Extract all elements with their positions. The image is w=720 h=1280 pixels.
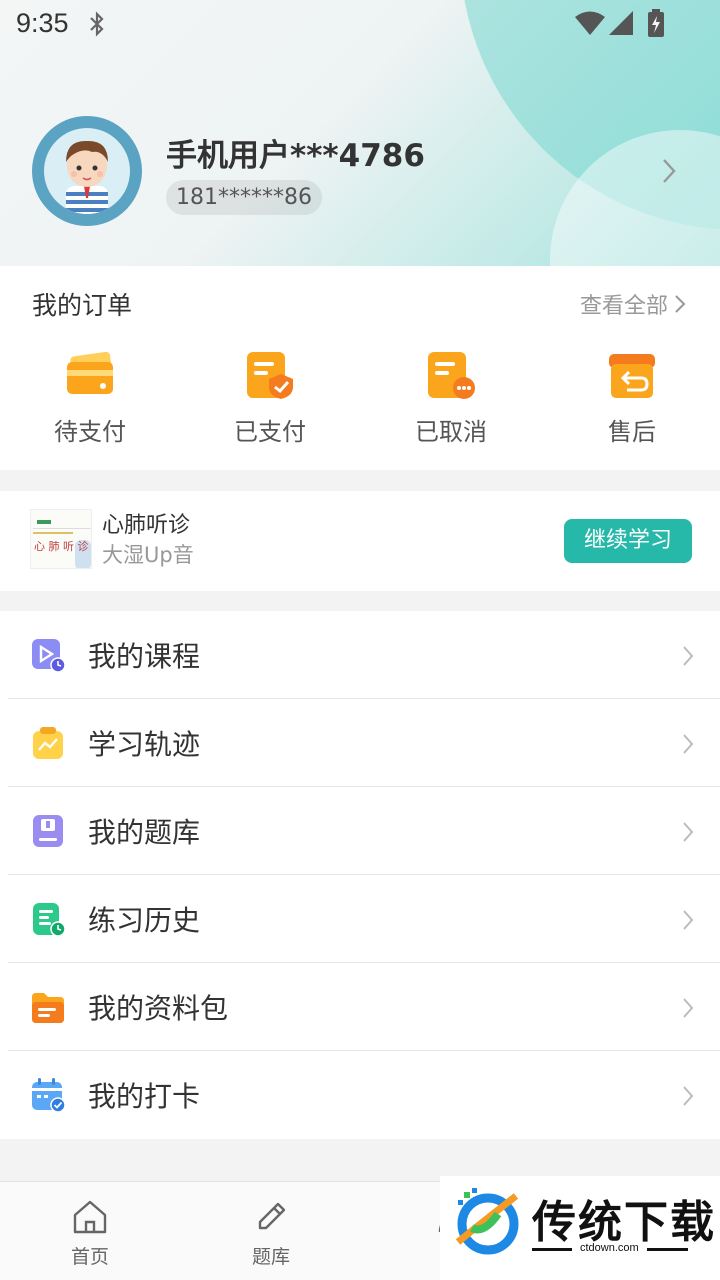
order-pending-payment[interactable]: 待支付 xyxy=(20,350,160,447)
menu-item-my-courses[interactable]: 我的课程 xyxy=(8,611,720,699)
chevron-right-icon xyxy=(683,822,694,842)
chevron-right-icon xyxy=(683,910,694,930)
menu-label: 我的题库 xyxy=(88,816,201,849)
battery-charging-icon xyxy=(648,9,664,37)
nav-question-bank[interactable]: 题库 xyxy=(226,1198,316,1269)
chevron-right-icon xyxy=(675,295,686,313)
status-bar: 9:35 xyxy=(0,0,720,50)
wifi-icon xyxy=(575,11,605,35)
question-bank-icon xyxy=(33,815,63,847)
watermark-url: ctdown.com xyxy=(572,1242,647,1254)
course-title: 心肺听诊 xyxy=(102,513,191,538)
course-play-icon xyxy=(32,639,66,673)
view-all-orders-link[interactable]: 查看全部 xyxy=(580,288,686,320)
menu-label: 我的课程 xyxy=(88,640,201,673)
course-thumbnail: 心 肺 听 诊 xyxy=(30,509,92,569)
menu-item-material-pack[interactable]: 我的资料包 xyxy=(8,963,720,1051)
menu-item-practice-history[interactable]: 练习历史 xyxy=(8,875,720,963)
home-icon xyxy=(73,1200,107,1234)
menu-label: 我的打卡 xyxy=(88,1080,201,1113)
chevron-right-icon xyxy=(683,734,694,754)
menu-list: 我的课程 学习轨迹 我的题库 练习历史 我的资料包 我的打卡 xyxy=(0,611,720,1139)
watermark: 传统下载 ctdown.com xyxy=(440,1176,720,1280)
bluetooth-icon xyxy=(90,11,104,37)
orders-section: 我的订单 查看全部 待支付 已支付 已取消 售后 xyxy=(0,266,720,470)
chevron-right-icon xyxy=(683,998,694,1018)
menu-label: 我的资料包 xyxy=(88,992,229,1025)
order-cancelled[interactable]: 已取消 xyxy=(381,350,521,447)
nav-home[interactable]: 首页 xyxy=(45,1198,135,1269)
order-after-sales[interactable]: 售后 xyxy=(562,350,702,447)
continue-learning-button[interactable]: 继续学习 xyxy=(564,519,692,563)
pencil-icon xyxy=(258,1202,286,1230)
menu-label: 学习轨迹 xyxy=(88,728,201,761)
calendar-check-icon xyxy=(32,1078,66,1113)
order-label: 已支付 xyxy=(234,418,306,446)
view-all-label: 查看全部 xyxy=(579,294,668,319)
thumbnail-caption: 心 肺 听 诊 xyxy=(34,540,89,553)
avatar[interactable] xyxy=(32,116,142,226)
order-paid[interactable]: 已支付 xyxy=(200,350,340,447)
phone-number: 181******86 xyxy=(166,180,322,215)
watermark-logo-icon xyxy=(455,1188,519,1255)
orders-title: 我的订单 xyxy=(32,291,133,320)
avatar-boy-icon xyxy=(66,140,108,214)
course-subtitle: 大湿Up音 xyxy=(102,543,194,567)
continue-learning-card[interactable]: 心 肺 听 诊 心肺听诊 大湿Up音 继续学习 xyxy=(0,491,720,591)
username[interactable]: 手机用户***4786 xyxy=(166,130,425,175)
order-label: 售后 xyxy=(608,418,656,446)
trend-icon xyxy=(33,727,63,759)
nav-label: 首页 xyxy=(70,1246,109,1268)
practice-history-icon xyxy=(33,903,66,937)
chevron-right-icon xyxy=(683,1086,694,1106)
menu-item-learning-trace[interactable]: 学习轨迹 xyxy=(8,699,720,787)
menu-item-check-in[interactable]: 我的打卡 xyxy=(8,1051,720,1139)
card-icon xyxy=(67,351,113,394)
menu-item-question-bank[interactable]: 我的题库 xyxy=(8,787,720,875)
nav-label: 题库 xyxy=(251,1246,290,1268)
signal-icon xyxy=(609,11,633,35)
paid-doc-icon xyxy=(247,352,293,399)
chevron-right-icon xyxy=(683,646,694,666)
chevron-right-icon[interactable] xyxy=(660,156,678,186)
status-time: 9:35 xyxy=(16,8,69,38)
order-label: 待支付 xyxy=(54,418,126,446)
cancel-doc-icon xyxy=(428,352,475,399)
return-box-icon xyxy=(609,354,655,398)
profile-header: 9:35 手机用户***4786 181******86 xyxy=(0,0,720,266)
order-label: 已取消 xyxy=(415,418,487,446)
folder-icon xyxy=(32,993,64,1023)
watermark-text: 传统下载 xyxy=(532,1197,716,1248)
menu-label: 练习历史 xyxy=(88,904,201,937)
